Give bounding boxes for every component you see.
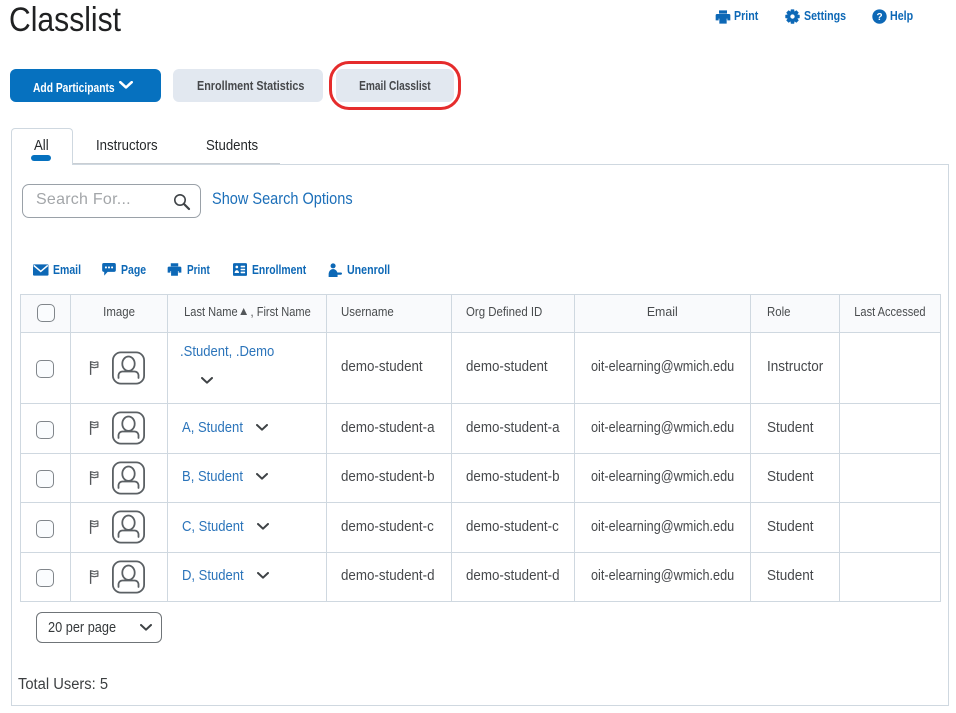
svg-text:?: ? [876,12,882,23]
